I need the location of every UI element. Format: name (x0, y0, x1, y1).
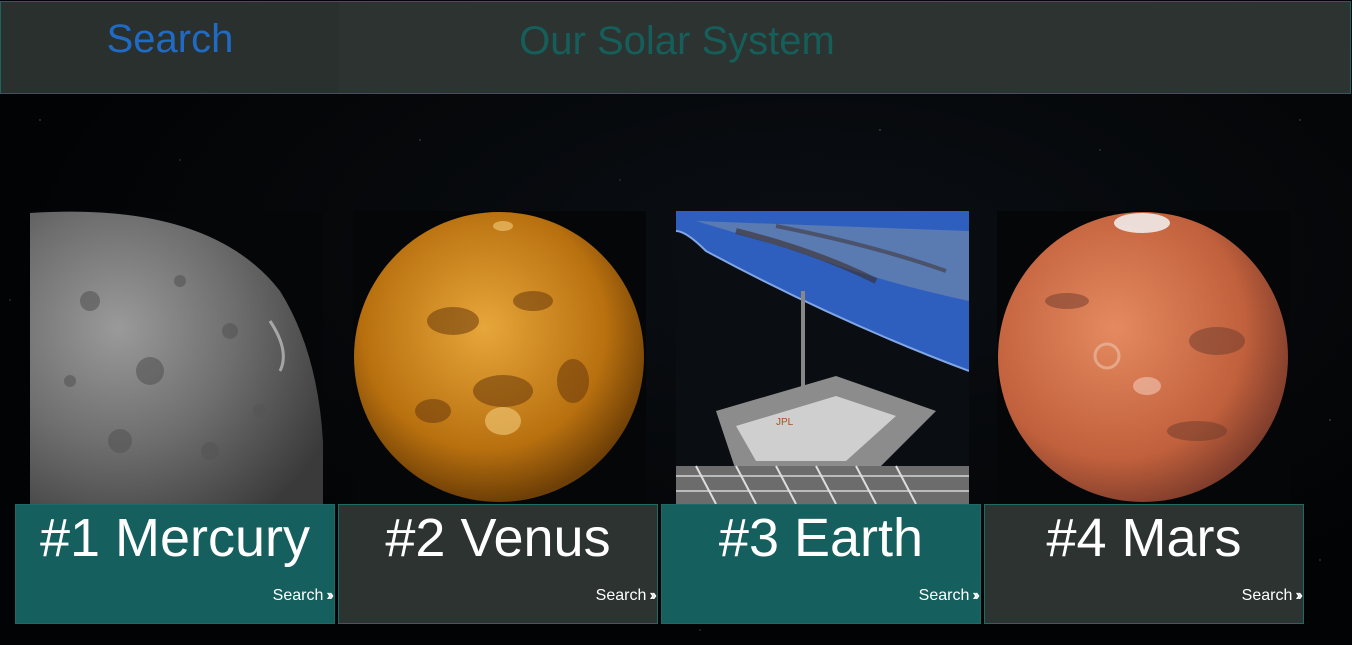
double-chevron-right-icon: ›› (326, 587, 333, 604)
search-link-label: Search (1241, 587, 1293, 604)
planet-title: #4 Mars (1046, 508, 1242, 568)
search-link-label: Search (595, 587, 647, 604)
venus-image (353, 211, 646, 504)
planet-title: #1 Mercury (39, 508, 311, 568)
planet-title: #2 Venus (385, 508, 611, 568)
planet-search-link[interactable]: Search ›› (919, 587, 980, 605)
planet-title: #3 Earth (718, 508, 924, 568)
planet-search-link[interactable]: Search ›› (1242, 587, 1303, 605)
svg-text:JPL: JPL (776, 417, 794, 428)
page-title: Our Solar System (519, 19, 835, 63)
planet-card-mercury[interactable]: #1 Mercury Search ›› (15, 504, 335, 624)
top-header: Search Our Solar System (0, 1, 1351, 94)
planet-search-link[interactable]: Search ›› (596, 587, 657, 605)
mars-image (997, 211, 1290, 504)
planet-search-link[interactable]: Search ›› (273, 587, 334, 605)
header-search-button[interactable]: Search (1, 2, 339, 93)
planet-card-earth[interactable]: #3 Earth Search ›› (661, 504, 981, 624)
double-chevron-right-icon: ›› (972, 587, 979, 604)
search-link-label: Search (272, 587, 324, 604)
double-chevron-right-icon: ›› (649, 587, 656, 604)
earth-image: JPL (676, 211, 969, 504)
mercury-image (30, 211, 323, 504)
planet-card-mars[interactable]: #4 Mars Search ›› (984, 504, 1304, 624)
double-chevron-right-icon: ›› (1295, 587, 1302, 604)
search-link-label: Search (918, 587, 970, 604)
planet-card-venus[interactable]: #2 Venus Search ›› (338, 504, 658, 624)
